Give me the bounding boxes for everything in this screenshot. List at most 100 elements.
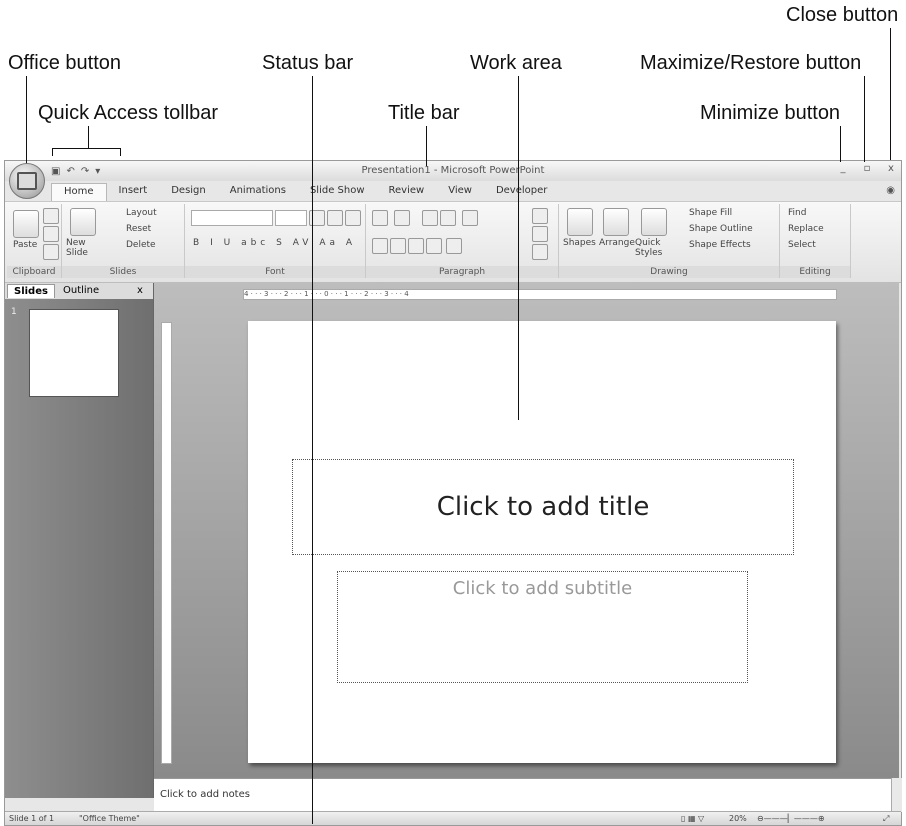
- drawing-group: Shapes Arrange Quick Styles Shape Fill S…: [559, 204, 780, 278]
- reset-button[interactable]: Reset: [126, 224, 151, 234]
- paste-icon[interactable]: [13, 210, 39, 238]
- editing-group: Find Replace Select Editing: [780, 204, 851, 278]
- replace-button[interactable]: Replace: [788, 224, 824, 234]
- callout-work-area: Work area: [470, 52, 562, 74]
- redo-icon[interactable]: ↷: [81, 166, 89, 177]
- tab-developer[interactable]: Developer: [484, 183, 559, 201]
- format-painter-icon[interactable]: [43, 244, 59, 260]
- tab-view[interactable]: View: [436, 183, 484, 201]
- tab-slide-show[interactable]: Slide Show: [298, 183, 377, 201]
- new-slide-button[interactable]: New Slide: [66, 238, 106, 258]
- tab-animations[interactable]: Animations: [218, 183, 298, 201]
- quick-styles-button[interactable]: Quick Styles: [635, 238, 675, 258]
- font-group: B I U abc S AV Aa A Font: [185, 204, 366, 278]
- font-color-button[interactable]: A: [346, 238, 356, 248]
- vertical-ruler: [161, 322, 172, 764]
- shape-outline-button[interactable]: Shape Outline: [689, 224, 753, 234]
- select-button[interactable]: Select: [788, 240, 816, 250]
- change-case-button[interactable]: Aa: [319, 238, 339, 248]
- close-button[interactable]: x: [881, 163, 901, 174]
- paste-button[interactable]: Paste: [13, 240, 37, 250]
- zoom-level[interactable]: 20%: [729, 814, 747, 823]
- shrink-font-icon[interactable]: [327, 210, 343, 226]
- slide-thumbnail[interactable]: [29, 309, 119, 397]
- bullets-icon[interactable]: [372, 210, 388, 226]
- leader-quick-access: [88, 126, 89, 148]
- leader-maximize: [864, 76, 865, 162]
- shape-fill-button[interactable]: Shape Fill: [689, 208, 732, 218]
- delete-button[interactable]: Delete: [126, 240, 156, 250]
- leader-close: [890, 28, 891, 160]
- numbering-icon[interactable]: [394, 210, 410, 226]
- view-buttons[interactable]: ▯ ▦ ▽: [681, 814, 704, 823]
- ribbon-tabs: Home Insert Design Animations Slide Show…: [51, 183, 559, 201]
- font-format-buttons[interactable]: B I U abc S AV Aa A: [193, 238, 356, 248]
- clear-format-icon[interactable]: [345, 210, 361, 226]
- pane-close-icon[interactable]: x: [137, 285, 143, 296]
- paragraph-label: Paragraph: [366, 266, 558, 278]
- leader-office: [26, 76, 27, 166]
- zoom-slider[interactable]: ⊖———▏———⊕: [757, 814, 825, 823]
- align-left-icon[interactable]: [372, 238, 388, 254]
- callout-office-button: Office button: [8, 52, 122, 74]
- minimize-button[interactable]: _: [833, 163, 853, 174]
- font-name-input[interactable]: [191, 210, 273, 226]
- justify-icon[interactable]: [426, 238, 442, 254]
- quick-styles-icon[interactable]: [641, 208, 667, 236]
- title-placeholder[interactable]: Click to add title: [292, 459, 794, 555]
- new-slide-icon[interactable]: [70, 208, 96, 236]
- strikethrough-button[interactable]: abc: [241, 238, 269, 248]
- cut-icon[interactable]: [43, 208, 59, 224]
- tab-review[interactable]: Review: [377, 183, 437, 201]
- save-icon[interactable]: ▣: [51, 166, 60, 177]
- find-button[interactable]: Find: [788, 208, 806, 218]
- spacing-button[interactable]: AV: [293, 238, 313, 248]
- subtitle-placeholder[interactable]: Click to add subtitle: [337, 571, 748, 683]
- tab-design[interactable]: Design: [159, 183, 218, 201]
- layout-button[interactable]: Layout: [126, 208, 157, 218]
- underline-button[interactable]: U: [224, 238, 235, 248]
- office-button[interactable]: [9, 163, 45, 199]
- undo-icon[interactable]: ↶: [66, 166, 74, 177]
- theme-name: "Office Theme": [79, 814, 140, 823]
- tab-slides[interactable]: Slides: [7, 284, 55, 298]
- leader-qa-left: [52, 148, 53, 156]
- shapes-button[interactable]: Shapes: [563, 238, 596, 248]
- font-size-input[interactable]: [275, 210, 307, 226]
- tab-outline[interactable]: Outline: [57, 284, 105, 297]
- quick-access-toolbar: ▣ ↶ ↷ ▾: [51, 164, 100, 178]
- increase-indent-icon[interactable]: [440, 210, 456, 226]
- align-right-icon[interactable]: [408, 238, 424, 254]
- arrange-button[interactable]: Arrange: [599, 238, 635, 248]
- callout-minimize-button: Minimize button: [700, 102, 841, 124]
- tab-home[interactable]: Home: [51, 183, 107, 201]
- clipboard-group: Paste Clipboard: [7, 204, 62, 278]
- decrease-indent-icon[interactable]: [422, 210, 438, 226]
- bold-button[interactable]: B: [193, 238, 203, 248]
- line-spacing-icon[interactable]: [462, 210, 478, 226]
- text-direction-icon[interactable]: [532, 208, 548, 224]
- italic-button[interactable]: I: [210, 238, 217, 248]
- fit-window-icon[interactable]: ⤢: [883, 814, 889, 824]
- notes-pane[interactable]: Click to add notes: [154, 778, 891, 813]
- horizontal-ruler: 4 · · · 3 · · · 2 · · · 1 · · · 0 · · · …: [243, 289, 837, 300]
- align-text-icon[interactable]: [532, 226, 548, 242]
- slides-pane: Slides Outline x 1: [5, 283, 154, 798]
- shape-effects-button[interactable]: Shape Effects: [689, 240, 751, 250]
- customize-qat-icon[interactable]: ▾: [95, 166, 100, 177]
- columns-icon[interactable]: [446, 238, 462, 254]
- smartart-icon[interactable]: [532, 244, 548, 260]
- copy-icon[interactable]: [43, 226, 59, 242]
- slide-canvas[interactable]: Click to add title Click to add subtitle: [248, 321, 836, 763]
- slide-count: Slide 1 of 1: [9, 814, 55, 823]
- help-icon[interactable]: ◉: [886, 185, 895, 196]
- title-bar: Presentation1 - Microsoft PowerPoint ▣ ↶…: [5, 161, 901, 181]
- shapes-icon[interactable]: [567, 208, 593, 236]
- arrange-icon[interactable]: [603, 208, 629, 236]
- restore-button[interactable]: ▫: [857, 163, 877, 174]
- tab-insert[interactable]: Insert: [107, 183, 160, 201]
- leader-qa-right: [120, 148, 121, 156]
- align-center-icon[interactable]: [390, 238, 406, 254]
- shadow-button[interactable]: S: [276, 238, 286, 248]
- notes-scrollbar[interactable]: [891, 778, 902, 812]
